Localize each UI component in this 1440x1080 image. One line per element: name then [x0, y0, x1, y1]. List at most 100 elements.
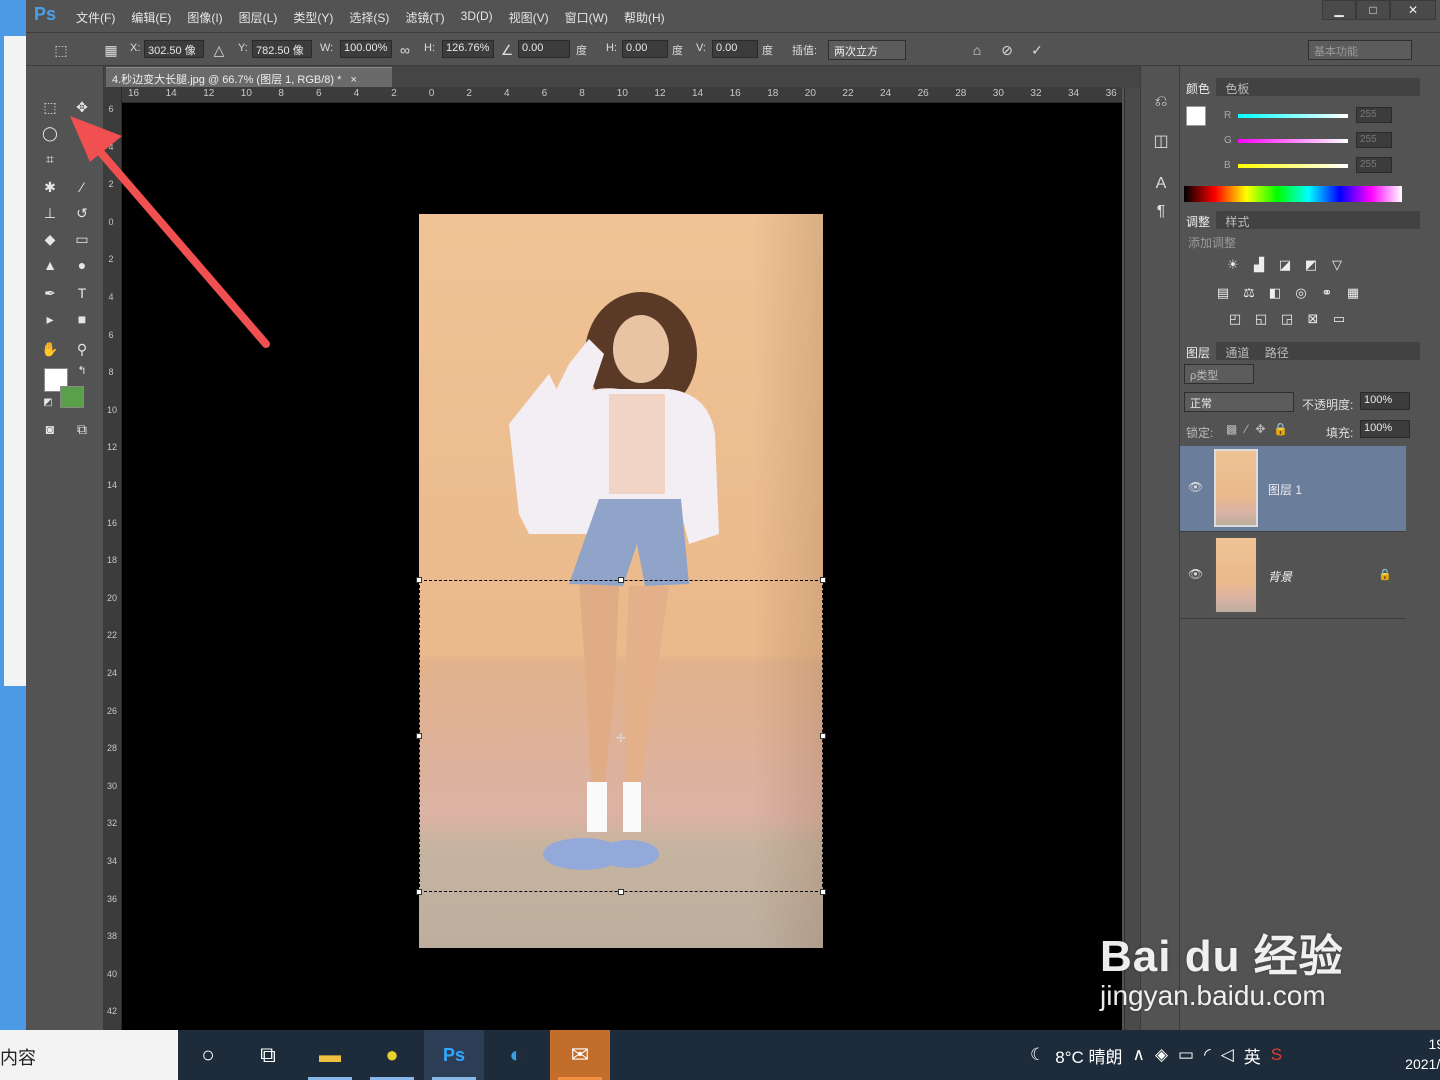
menu-filter[interactable]: 滤镜(T) — [405, 9, 444, 26]
commit-icon[interactable]: ✓ — [1028, 41, 1046, 59]
tab-color[interactable]: 颜色 — [1180, 78, 1217, 99]
selective-color-icon[interactable]: ⊠ — [1304, 310, 1322, 328]
workspace-select[interactable]: 基本功能 — [1308, 40, 1412, 60]
hskew-input[interactable]: 0.00 — [622, 40, 668, 58]
tab-paths[interactable]: 路径 — [1259, 342, 1295, 363]
channel-mixer-icon[interactable]: ⚭ — [1318, 284, 1336, 302]
reference-point-icon[interactable]: ▦ — [102, 41, 120, 59]
vskew-input[interactable]: 0.00 — [712, 40, 758, 58]
curves-icon[interactable]: ◪ — [1276, 256, 1294, 274]
handle-bottom-center[interactable] — [618, 889, 624, 895]
warp-icon[interactable]: ⌂ — [968, 41, 986, 59]
opacity-input[interactable]: 100% — [1360, 392, 1410, 410]
posterize-icon[interactable]: ◱ — [1252, 310, 1270, 328]
menu-type[interactable]: 类型(Y) — [293, 9, 333, 26]
battery-icon[interactable]: ▭ — [1178, 1045, 1194, 1065]
security-icon[interactable]: ◈ — [1155, 1045, 1168, 1065]
hue-sat-icon[interactable]: ▤ — [1214, 284, 1232, 302]
lock-icons[interactable]: ▩⁄✥🔒 — [1226, 422, 1296, 436]
levels-icon[interactable]: ▟ — [1250, 256, 1268, 274]
weather-text[interactable]: 8°C 晴朗 — [1055, 1043, 1122, 1068]
clock[interactable]: 19: 2021/1 — [1388, 1034, 1440, 1074]
brightness-icon[interactable]: ☀ — [1224, 256, 1242, 274]
exposure-icon[interactable]: ◩ — [1302, 256, 1320, 274]
menu-image[interactable]: 图像(I) — [187, 9, 222, 26]
close-tab-icon[interactable]: × — [350, 74, 356, 86]
tab-adjustments[interactable]: 调整 — [1180, 211, 1217, 232]
paragraph-panel-icon[interactable]: ¶ — [1151, 202, 1171, 222]
h-input[interactable]: 126.76% — [442, 40, 494, 58]
maximize-button[interactable]: □ — [1356, 0, 1390, 20]
color-balance-icon[interactable]: ⚖ — [1240, 284, 1258, 302]
g-bar[interactable] — [1238, 139, 1348, 143]
visibility-eye-icon[interactable]: 👁 — [1188, 480, 1203, 494]
layer-filter-select[interactable]: ρ类型 — [1184, 364, 1254, 384]
character-panel-icon[interactable]: A — [1151, 174, 1171, 194]
tab-layers[interactable]: 图层 — [1180, 342, 1217, 363]
fill-input[interactable]: 100% — [1360, 420, 1410, 438]
layer-name[interactable]: 图层 1 — [1268, 481, 1302, 498]
handle-bottom-left[interactable] — [416, 889, 422, 895]
x-input[interactable]: 302.50 像 — [144, 40, 204, 58]
minimize-button[interactable]: ▁ — [1322, 0, 1356, 20]
layer-row-background[interactable]: 👁 背景 🔒 — [1180, 533, 1406, 619]
sogou-icon[interactable]: S — [1271, 1045, 1282, 1065]
menu-view[interactable]: 视图(V) — [509, 9, 549, 26]
r-bar[interactable] — [1238, 114, 1348, 118]
handle-middle-left[interactable] — [416, 733, 422, 739]
vertical-scrollbar[interactable] — [1124, 88, 1140, 1030]
menu-edit[interactable]: 编辑(E) — [131, 9, 171, 26]
invert-icon[interactable]: ◰ — [1226, 310, 1244, 328]
document-tab[interactable]: 4.秒边变大长腿.jpg @ 66.7% (图层 1, RGB/8) * × — [106, 67, 392, 87]
background-color-swatch[interactable] — [60, 386, 84, 408]
b-bar[interactable] — [1238, 164, 1348, 168]
quick-mask-icon[interactable]: ◙ — [38, 418, 62, 440]
vibrance-icon[interactable]: ▽ — [1328, 256, 1346, 274]
screen-mode-icon[interactable]: ⧉ — [70, 418, 94, 440]
layer-name[interactable]: 背景 — [1268, 568, 1292, 585]
task-view-icon[interactable]: ⧉ — [238, 1030, 298, 1080]
photoshop-taskbar-icon[interactable]: Ps — [424, 1030, 484, 1080]
history-panel-icon[interactable]: ⎌ — [1151, 92, 1171, 112]
menu-select[interactable]: 选择(S) — [349, 9, 389, 26]
y-input[interactable]: 782.50 像 — [252, 40, 312, 58]
default-colors-icon[interactable]: ◩ — [36, 392, 60, 414]
blend-mode-select[interactable]: 正常 — [1184, 392, 1294, 412]
angle-input[interactable]: 0.00 — [518, 40, 570, 58]
wechat-icon[interactable]: ✉ — [550, 1030, 610, 1080]
swap-colors-icon[interactable]: ↰ — [70, 360, 94, 382]
transform-center-icon[interactable]: ✛ — [616, 731, 626, 745]
handle-bottom-right[interactable] — [820, 889, 826, 895]
b-value[interactable]: 255 — [1356, 157, 1392, 173]
tab-swatches[interactable]: 色板 — [1219, 78, 1255, 99]
handle-top-right[interactable] — [820, 577, 826, 583]
menu-window[interactable]: 窗口(W) — [565, 9, 608, 26]
taskbar-search[interactable]: 内容 — [0, 1030, 178, 1080]
menu-file[interactable]: 文件(F) — [76, 9, 115, 26]
menu-layer[interactable]: 图层(L) — [239, 9, 278, 26]
color-spectrum[interactable] — [1184, 186, 1402, 202]
tray-expand-icon[interactable]: ∧ — [1133, 1045, 1145, 1065]
ime-indicator[interactable]: 英 — [1244, 1043, 1261, 1068]
color-lookup-icon[interactable]: ▦ — [1344, 284, 1362, 302]
transform-tool-icon[interactable]: ⬚ — [52, 41, 70, 59]
transform-selection[interactable]: ✛ — [416, 577, 826, 895]
close-button[interactable]: ✕ — [1390, 0, 1436, 20]
tab-styles[interactable]: 样式 — [1219, 211, 1255, 232]
volume-icon[interactable]: ◁ — [1221, 1045, 1234, 1065]
g-value[interactable]: 255 — [1356, 132, 1392, 148]
link-icon[interactable]: ∞ — [396, 41, 414, 59]
handle-top-left[interactable] — [416, 577, 422, 583]
cortana-icon[interactable]: ○ — [178, 1030, 238, 1080]
properties-panel-icon[interactable]: ◫ — [1151, 132, 1171, 152]
edge-icon[interactable]: ◐ — [486, 1030, 546, 1080]
music-app-icon[interactable]: ● — [362, 1030, 422, 1080]
wifi-icon[interactable]: ◜ — [1204, 1045, 1211, 1065]
file-explorer-icon[interactable]: ▬ — [300, 1030, 360, 1080]
bw-icon[interactable]: ◧ — [1266, 284, 1284, 302]
interp-select[interactable]: 两次立方 — [828, 40, 906, 60]
tab-channels[interactable]: 通道 — [1219, 342, 1255, 363]
r-value[interactable]: 255 — [1356, 107, 1392, 123]
w-input[interactable]: 100.00% — [340, 40, 392, 58]
visibility-eye-icon[interactable]: 👁 — [1188, 567, 1203, 581]
